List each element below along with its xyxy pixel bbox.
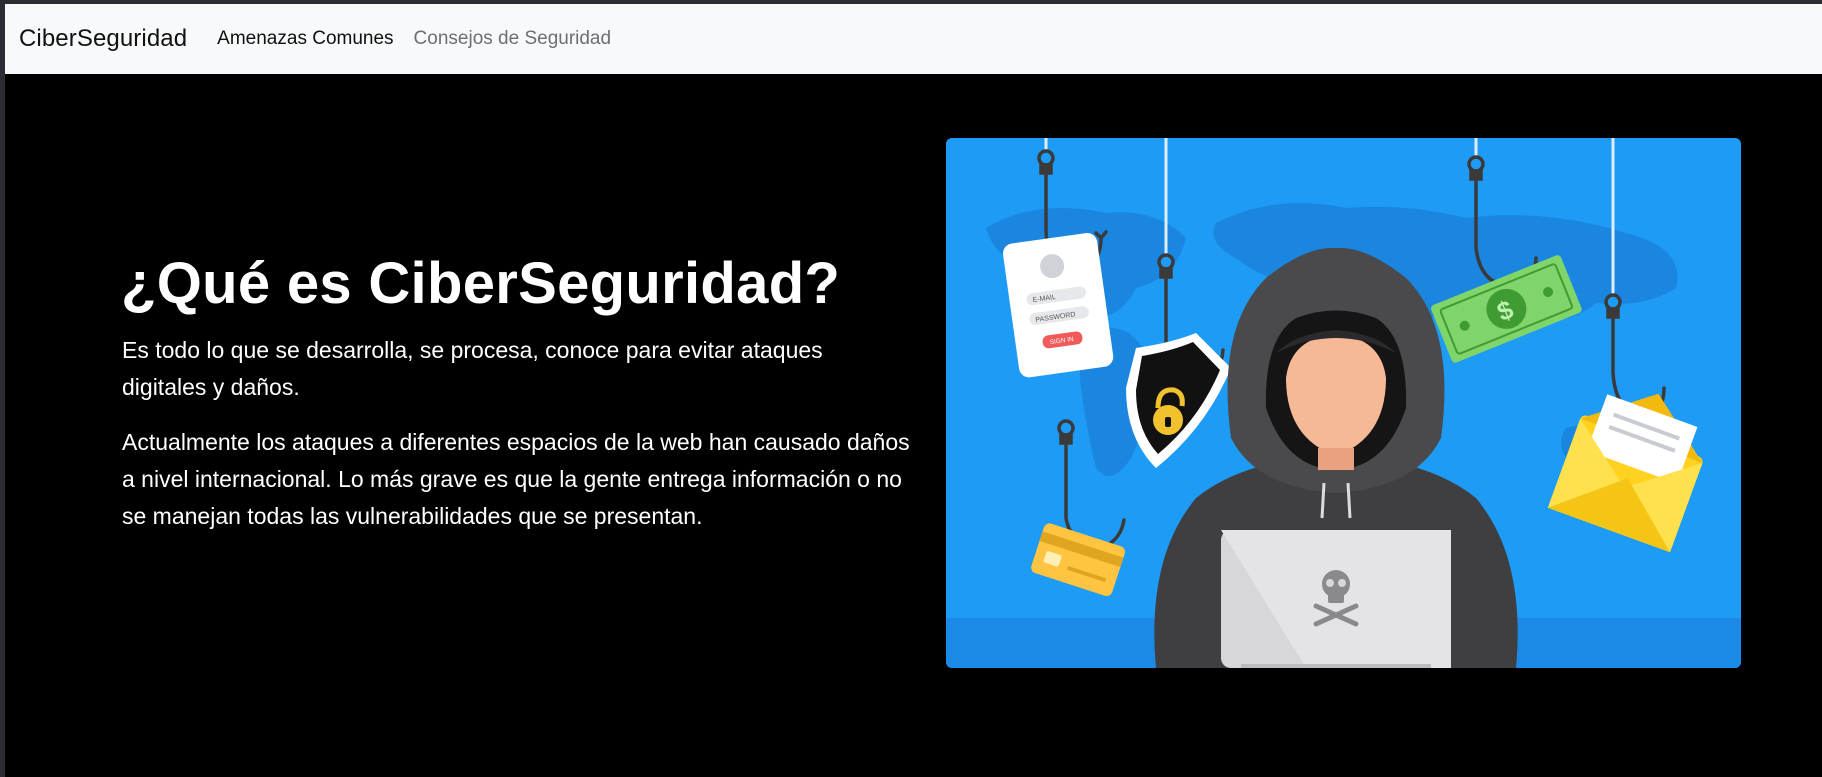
nav-link-amenazas-comunes[interactable]: Amenazas Comunes bbox=[217, 28, 393, 50]
hero-title: ¿Qué es CiberSeguridad? bbox=[121, 251, 841, 316]
hacker-phishing-illustration: E-MAIL PASSWORD SIGN IN $ bbox=[946, 138, 1741, 668]
navbar: CiberSeguridad Amenazas Comunes Consejos… bbox=[5, 4, 1822, 75]
phishing-login-form: E-MAIL PASSWORD SIGN IN bbox=[1002, 233, 1114, 378]
laptop-skull-icon bbox=[1221, 530, 1451, 668]
nav-link-consejos-de-seguridad[interactable]: Consejos de Seguridad bbox=[414, 28, 612, 50]
hero-paragraph-1: Es todo lo que se desarrolla, se procesa… bbox=[122, 337, 823, 400]
brand-link[interactable]: CiberSeguridad bbox=[19, 25, 187, 53]
hero-paragraph-2: Actualmente los ataques a diferentes esp… bbox=[122, 429, 910, 529]
hero-section: ¿Qué es CiberSeguridad? Es todo lo que s… bbox=[5, 74, 1822, 777]
browser-viewport: CiberSeguridad Amenazas Comunes Consejos… bbox=[5, 4, 1822, 777]
